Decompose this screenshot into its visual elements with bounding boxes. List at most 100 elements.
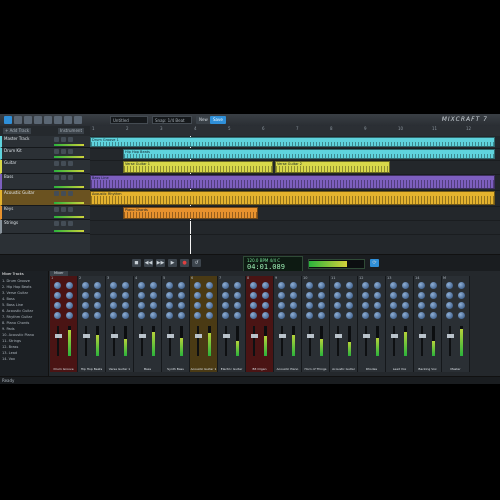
eq-knob-icon[interactable] [206,292,213,299]
fader-handle[interactable] [391,334,398,338]
fader-track[interactable] [253,326,255,356]
fader-track[interactable] [393,326,395,356]
eq-knob-icon[interactable] [446,302,453,309]
eq-knob-icon[interactable] [262,292,269,299]
eq-knob-icon[interactable] [222,292,229,299]
record-arm-icon[interactable] [68,137,73,142]
fader-handle[interactable] [307,334,314,338]
eq-knob-icon[interactable] [82,292,89,299]
save-button[interactable]: Save [210,116,226,124]
track-header[interactable]: Bass [0,174,90,190]
undo-icon[interactable] [34,116,42,124]
mixer-channel[interactable]: 14 Backing Vox [414,276,442,372]
eq-knob-icon[interactable] [318,312,325,319]
eq-knob-icon[interactable] [402,302,409,309]
eq-knob-icon[interactable] [334,312,341,319]
eq-knob-icon[interactable] [94,282,101,289]
eq-knob-icon[interactable] [458,312,465,319]
audio-clip[interactable]: Drum Groove 1 [90,137,495,147]
eq-knob-icon[interactable] [318,302,325,309]
eq-knob-icon[interactable] [278,292,285,299]
solo-icon[interactable] [61,175,66,180]
fader-handle[interactable] [363,334,370,338]
eq-knob-icon[interactable] [346,312,353,319]
eq-knob-icon[interactable] [234,302,241,309]
eq-knob-icon[interactable] [374,292,381,299]
play-icon[interactable]: ▶ [168,259,177,267]
fader-handle[interactable] [167,334,174,338]
mute-icon[interactable] [54,207,59,212]
eq-knob-icon[interactable] [54,292,61,299]
eq-knob-icon[interactable] [250,282,257,289]
browser-item[interactable]: 13. Lead [2,351,17,355]
eq-knob-icon[interactable] [306,312,313,319]
eq-knob-icon[interactable] [150,312,157,319]
browser-item[interactable]: 10. Acoustic Piano [2,333,34,337]
eq-knob-icon[interactable] [94,312,101,319]
new-button[interactable]: New [196,116,211,124]
eq-knob-icon[interactable] [222,282,229,289]
eq-knob-icon[interactable] [318,292,325,299]
record-arm-icon[interactable] [68,221,73,226]
record-arm-icon[interactable] [68,191,73,196]
browser-item[interactable]: 14. Vox [2,357,15,361]
eq-knob-icon[interactable] [390,282,397,289]
eq-knob-icon[interactable] [138,302,145,309]
eq-knob-icon[interactable] [430,282,437,289]
track-lane[interactable] [90,220,500,235]
snap-dropdown[interactable]: Snap: 1/4 Beat [152,116,192,124]
mute-icon[interactable] [54,221,59,226]
eq-knob-icon[interactable] [166,292,173,299]
mute-icon[interactable] [54,149,59,154]
eq-knob-icon[interactable] [234,312,241,319]
fader-track[interactable] [85,326,87,356]
fader-handle[interactable] [195,334,202,338]
eq-knob-icon[interactable] [66,312,73,319]
audio-clip[interactable]: Verse Guitar 2 [275,161,390,173]
eq-knob-icon[interactable] [306,282,313,289]
eq-knob-icon[interactable] [82,282,89,289]
mixer-channel[interactable]: 11 Acoustic Guitar [330,276,358,372]
eq-knob-icon[interactable] [250,312,257,319]
fader-track[interactable] [169,326,171,356]
eq-knob-icon[interactable] [138,312,145,319]
eq-knob-icon[interactable] [374,282,381,289]
fader-track[interactable] [421,326,423,356]
eq-knob-icon[interactable] [178,312,185,319]
fader-handle[interactable] [55,334,62,338]
eq-knob-icon[interactable] [82,312,89,319]
eq-knob-icon[interactable] [54,282,61,289]
audio-clip[interactable]: Acoustic Rhythm [90,191,495,205]
eq-knob-icon[interactable] [402,312,409,319]
eq-knob-icon[interactable] [122,292,129,299]
eq-knob-icon[interactable] [150,302,157,309]
track-header[interactable]: Keys [0,206,90,220]
record-arm-icon[interactable] [68,175,73,180]
eq-knob-icon[interactable] [122,312,129,319]
mixer-channel[interactable]: 7 Electric Guitar [218,276,246,372]
mixer-channel[interactable]: 1 Drum Groove [50,276,78,372]
eq-knob-icon[interactable] [110,292,117,299]
eq-knob-icon[interactable] [138,282,145,289]
eq-knob-icon[interactable] [458,282,465,289]
eq-knob-icon[interactable] [346,302,353,309]
open-file-icon[interactable] [14,116,22,124]
eq-knob-icon[interactable] [374,302,381,309]
eq-knob-icon[interactable] [110,312,117,319]
add-instrument-button[interactable]: Instrument [58,128,85,134]
eq-knob-icon[interactable] [234,292,241,299]
fader-handle[interactable] [419,334,426,338]
solo-icon[interactable] [61,137,66,142]
eq-knob-icon[interactable] [458,292,465,299]
fast-forward-icon[interactable]: ▶▶ [156,259,165,267]
loop-icon[interactable]: ⟳ [370,259,379,267]
eq-knob-icon[interactable] [54,312,61,319]
eq-knob-icon[interactable] [138,292,145,299]
browser-item[interactable]: 8. Piano Chords [2,321,29,325]
fader-handle[interactable] [279,334,286,338]
eq-knob-icon[interactable] [94,292,101,299]
record-icon[interactable]: ● [180,259,189,267]
audio-clip[interactable]: Hip Hop Beats [123,149,495,159]
mixer-channel[interactable]: 6 Acoustic Guitar 1 [190,276,218,372]
save-file-icon[interactable] [24,116,32,124]
